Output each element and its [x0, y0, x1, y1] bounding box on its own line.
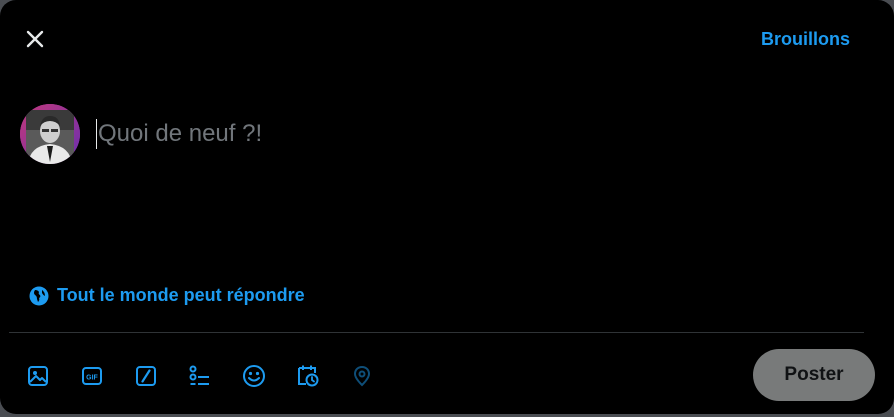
- schedule-icon: [298, 365, 319, 387]
- drafts-link[interactable]: Brouillons: [761, 29, 850, 50]
- grok-icon: [136, 366, 156, 386]
- poll-button[interactable]: [188, 364, 212, 388]
- schedule-button[interactable]: [296, 364, 320, 388]
- reply-setting-button[interactable]: Tout le monde peut répondre: [29, 285, 305, 306]
- divider: [9, 332, 864, 333]
- location-icon: [353, 365, 371, 387]
- location-button[interactable]: [350, 364, 374, 388]
- reply-setting-label: Tout le monde peut répondre: [57, 285, 305, 305]
- close-button[interactable]: [18, 22, 52, 56]
- poll-icon: [189, 365, 209, 385]
- emoji-icon: [243, 365, 265, 387]
- grok-button[interactable]: [134, 364, 158, 388]
- text-caret: [96, 119, 97, 149]
- close-icon: [26, 30, 44, 48]
- compose-dialog: Brouillons Quoi de neuf ?! Tout le monde…: [0, 0, 894, 414]
- post-button[interactable]: Poster: [753, 349, 875, 401]
- compose-input[interactable]: Quoi de neuf ?!: [96, 112, 836, 156]
- user-avatar: [20, 104, 80, 164]
- globe-icon: [29, 286, 49, 305]
- avatar[interactable]: [20, 104, 80, 164]
- media-icon: [28, 366, 48, 386]
- emoji-button[interactable]: [242, 364, 266, 388]
- gif-button[interactable]: GIF: [80, 364, 104, 388]
- compose-toolbar: GIF: [26, 362, 404, 390]
- compose-placeholder: Quoi de neuf ?!: [98, 120, 263, 147]
- svg-text:GIF: GIF: [86, 375, 98, 382]
- media-button[interactable]: [26, 364, 50, 388]
- gif-icon: GIF: [82, 367, 102, 385]
